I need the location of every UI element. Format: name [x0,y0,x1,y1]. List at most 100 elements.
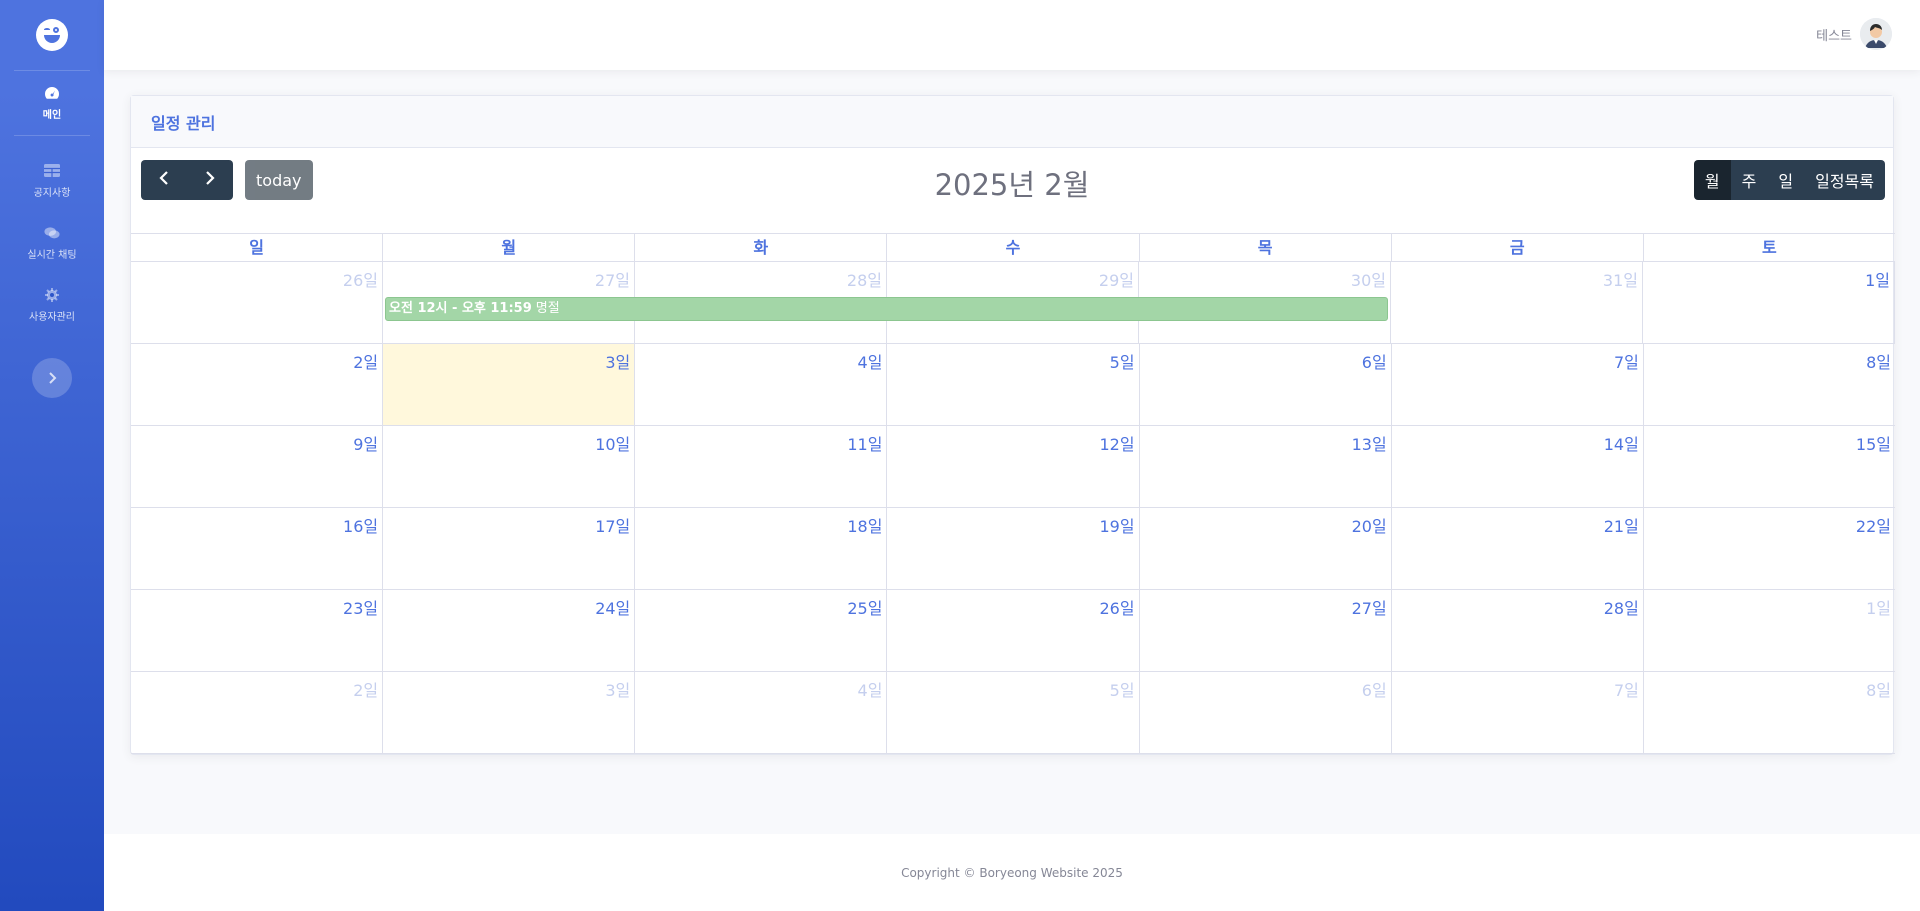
day-number[interactable]: 6일 [1362,349,1387,373]
day-number[interactable]: 25일 [847,595,882,619]
brand-logo-link[interactable] [0,0,104,70]
day-number[interactable]: 28일 [847,267,882,291]
day-number[interactable]: 12일 [1099,431,1134,455]
day-cell[interactable]: 11일 [635,426,888,507]
day-number[interactable]: 15일 [1856,431,1891,455]
day-number[interactable]: 3일 [605,677,630,701]
day-cell[interactable]: 22일 [1644,508,1895,589]
weekday-header-row: 일 월 화 수 목 금 토 [131,233,1895,262]
day-number[interactable]: 21일 [1604,513,1639,537]
day-cell[interactable]: 25일 [635,590,888,671]
sidebar-item-user-management[interactable]: 사용자관리 [0,274,104,336]
day-cell[interactable]: 23일 [131,590,384,671]
day-cell[interactable]: 15일 [1644,426,1895,507]
day-cell[interactable]: 2일 [131,672,384,753]
sidebar-item-main[interactable]: 메인 [0,71,104,135]
day-cell[interactable]: 12일 [887,426,1140,507]
day-cell[interactable]: 5일 [887,344,1140,425]
day-cell[interactable]: 1일 [1643,262,1895,343]
day-cell[interactable]: 31일 [1391,262,1643,343]
day-number[interactable]: 27일 [1352,595,1387,619]
day-number[interactable]: 18일 [847,513,882,537]
day-cell[interactable]: 6일 [1140,344,1392,425]
calendar-event[interactable]: 오전 12시 - 오후 11:59 명절 [385,297,1388,321]
day-cell[interactable]: 1일 [1644,590,1895,671]
avatar [1860,18,1892,50]
user-dropdown[interactable]: 테스트 [1816,18,1892,50]
day-cell[interactable]: 4일 [635,344,888,425]
day-cell[interactable]: 18일 [635,508,888,589]
day-cell[interactable]: 13일 [1140,426,1392,507]
day-number[interactable]: 3일 [605,349,630,373]
day-number[interactable]: 16일 [343,513,378,537]
day-cell[interactable]: 20일 [1140,508,1392,589]
day-number[interactable]: 5일 [1110,677,1135,701]
day-number[interactable]: 4일 [858,349,883,373]
day-number[interactable]: 19일 [1099,513,1134,537]
day-cell[interactable]: 24일 [383,590,636,671]
day-number[interactable]: 6일 [1362,677,1387,701]
day-number[interactable]: 8일 [1866,677,1891,701]
day-number[interactable]: 23일 [343,595,378,619]
day-number[interactable]: 10일 [595,431,630,455]
day-cell[interactable]: 19일 [887,508,1140,589]
day-cell[interactable]: 10일 [383,426,636,507]
day-number[interactable]: 1일 [1866,595,1891,619]
day-cell-today[interactable]: 3일 [383,344,636,425]
day-number[interactable]: 7일 [1614,677,1639,701]
day-number[interactable]: 13일 [1352,431,1387,455]
sidebar-toggle-button[interactable] [32,358,72,398]
table-icon [44,164,60,178]
day-number[interactable]: 7일 [1614,349,1639,373]
day-number[interactable]: 31일 [1603,267,1638,291]
day-cell[interactable]: 8일 [1644,344,1895,425]
day-cell[interactable]: 17일 [383,508,636,589]
day-number[interactable]: 30일 [1351,267,1386,291]
day-cell[interactable]: 9일 [131,426,384,507]
day-cell[interactable]: 4일 [635,672,888,753]
day-number[interactable]: 1일 [1865,267,1890,291]
day-number[interactable]: 29일 [1099,267,1134,291]
day-cell[interactable]: 7일 [1392,344,1644,425]
day-number[interactable]: 17일 [595,513,630,537]
day-cell[interactable]: 26일 [131,262,383,343]
day-cell[interactable]: 5일 [887,672,1140,753]
day-cell[interactable]: 2일 [131,344,384,425]
day-number[interactable]: 26일 [1099,595,1134,619]
day-number[interactable]: 28일 [1604,595,1639,619]
sidebar-item-notice[interactable]: 공지사항 [0,150,104,212]
day-number[interactable]: 27일 [595,267,630,291]
day-cell[interactable]: 7일 [1392,672,1644,753]
day-number[interactable]: 24일 [595,595,630,619]
day-cell[interactable]: 28일 [1392,590,1644,671]
day-cell[interactable]: 8일 [1644,672,1895,753]
day-number[interactable]: 2일 [353,349,378,373]
day-cell[interactable]: 16일 [131,508,384,589]
day-number[interactable]: 8일 [1866,349,1891,373]
day-number[interactable]: 11일 [847,431,882,455]
day-number[interactable]: 20일 [1352,513,1387,537]
view-month-button[interactable]: 월 [1693,160,1731,200]
day-cell[interactable]: 27일 [1140,590,1392,671]
day-cell[interactable]: 26일 [887,590,1140,671]
event-time: 오전 12시 - 오후 11:59 [389,301,532,316]
day-number[interactable]: 5일 [1110,349,1135,373]
calendar-week-row: 23일 24일 25일 26일 27일 28일 1일 [131,590,1895,672]
day-number[interactable]: 26일 [343,267,378,291]
calendar-grid: 일 월 화 수 목 금 토 26일 27일 28일 29일 30일 31일 1일… [131,233,1895,754]
calendar-week-row: 16일 17일 18일 19일 20일 21일 22일 [131,508,1895,590]
day-number[interactable]: 22일 [1856,513,1891,537]
day-cell[interactable]: 14일 [1392,426,1644,507]
day-cell[interactable]: 21일 [1392,508,1644,589]
day-number[interactable]: 14일 [1604,431,1639,455]
view-day-button[interactable]: 일 [1767,160,1805,200]
sidebar-item-chat[interactable]: 실시간 채팅 [0,212,104,274]
view-week-button[interactable]: 주 [1730,160,1768,200]
day-number[interactable]: 9일 [353,431,378,455]
day-number[interactable]: 4일 [858,677,883,701]
calendar-toolbar: today 2025년 2월 월 주 일 일정목록 [131,148,1893,234]
day-cell[interactable]: 3일 [383,672,636,753]
day-cell[interactable]: 6일 [1140,672,1392,753]
view-list-button[interactable]: 일정목록 [1804,160,1885,200]
day-number[interactable]: 2일 [353,677,378,701]
